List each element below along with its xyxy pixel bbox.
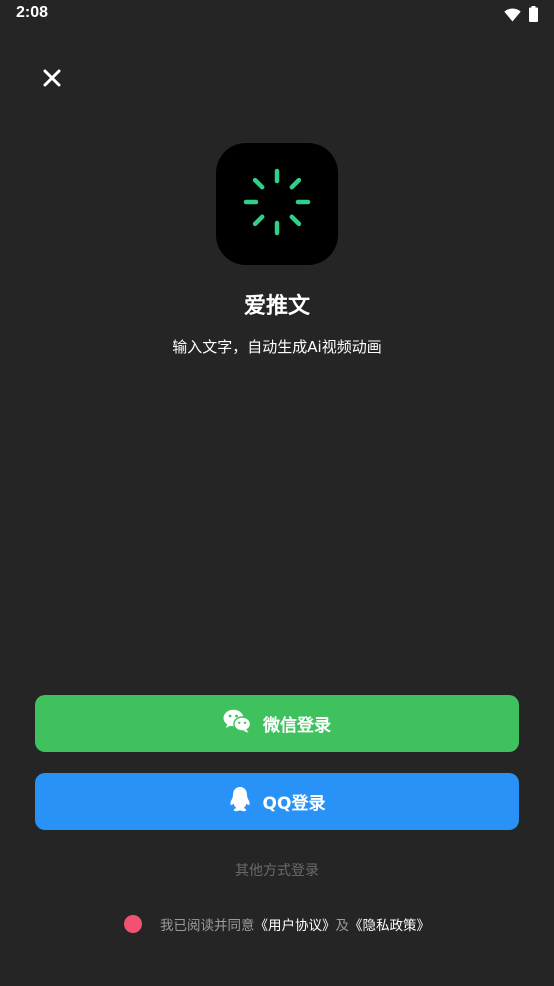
qq-login-label: QQ登录	[262, 794, 326, 814]
status-time: 2:08	[16, 4, 49, 21]
agreement-checkbox[interactable]	[124, 915, 142, 933]
close-icon	[43, 69, 61, 91]
app-logo	[216, 143, 338, 265]
loading-spinner-icon	[242, 167, 312, 241]
other-login-link[interactable]: 其他方式登录	[0, 860, 554, 880]
user-agreement-link[interactable]: 《用户协议》	[255, 914, 336, 934]
app-name: 爱推文	[243, 294, 310, 319]
qq-login-button[interactable]: QQ登录	[35, 773, 519, 830]
app-slogan: 输入文字，自动生成Ai视频动画	[172, 338, 382, 356]
battery-icon	[529, 6, 538, 26]
wechat-login-button[interactable]: 微信登录	[35, 695, 519, 752]
close-button[interactable]	[38, 66, 66, 94]
agreement-prefix: 我已阅读并同意	[160, 918, 255, 934]
qq-icon	[229, 786, 251, 817]
wechat-icon	[223, 709, 252, 738]
status-icons	[504, 6, 538, 26]
agreement-and: 及	[335, 918, 350, 934]
wechat-login-label: 微信登录	[263, 716, 331, 736]
privacy-policy-link[interactable]: 《隐私政策》	[349, 914, 430, 934]
status-bar: 2:08	[0, 0, 554, 30]
agreement-row: 我已阅读并同意 《用户协议》 及 《隐私政策》	[0, 914, 554, 934]
wifi-icon	[504, 7, 521, 26]
